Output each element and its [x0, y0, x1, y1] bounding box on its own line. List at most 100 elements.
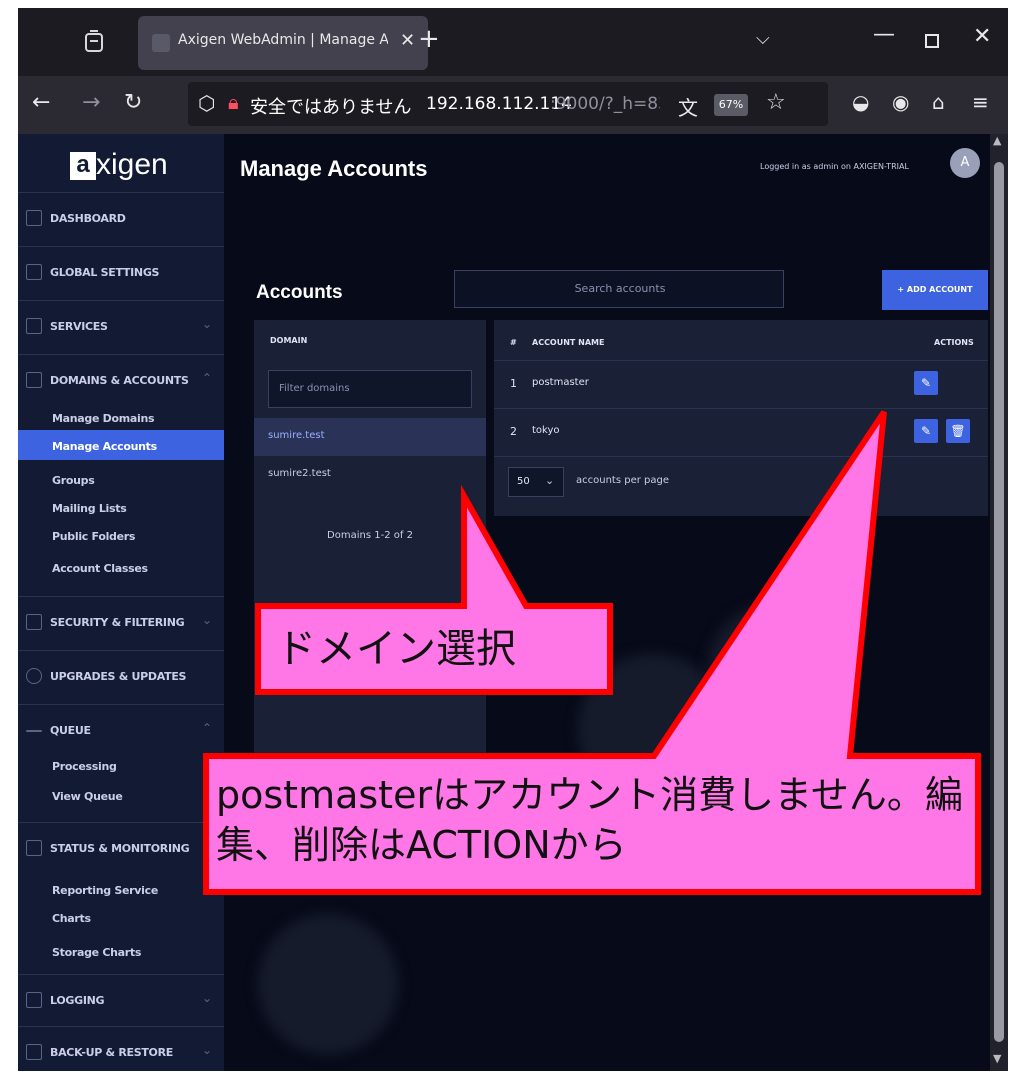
- sidebar-subitem-public-folders[interactable]: Public Folders: [52, 530, 135, 543]
- sidebar-item-label: BACK-UP & RESTORE: [50, 1046, 173, 1059]
- url-path: :9000/?_h=8321: [550, 94, 660, 114]
- sidebar-item-label: LOGGING: [50, 994, 105, 1007]
- chevron-down-icon: ⌄: [545, 474, 555, 487]
- sidebar-subitem-view-queue[interactable]: View Queue: [52, 790, 123, 803]
- sidebar-subitem-manage-accounts[interactable]: Manage Accounts: [52, 440, 157, 453]
- table-row[interactable]: 1 postmaster ✎: [494, 360, 988, 408]
- translate-icon[interactable]: 文: [678, 92, 698, 121]
- sidebar-item-backup-restore[interactable]: BACK-UP & RESTORE ⌄: [18, 1026, 224, 1071]
- table-row[interactable]: 2 tokyo ✎ 🗑︎: [494, 408, 988, 456]
- chevron-up-icon: ⌃: [202, 371, 213, 385]
- logo-wordmark: xigen: [96, 148, 168, 181]
- scroll-down-icon[interactable]: ▼: [993, 1052, 1001, 1065]
- monitoring-icon: [26, 840, 42, 856]
- filter-domains-input[interactable]: Filter domains: [268, 370, 472, 408]
- sidebar-item-services[interactable]: SERVICES ⌄: [18, 300, 224, 354]
- shield-icon: [26, 614, 42, 630]
- sidebar-subitem-mailing-lists[interactable]: Mailing Lists: [52, 502, 127, 515]
- sidebar-subitem-processing[interactable]: Processing: [52, 760, 117, 773]
- update-icon: [26, 668, 42, 684]
- chevron-up-icon: ⌃: [202, 721, 213, 735]
- back-arrow-icon[interactable]: ←: [32, 90, 50, 115]
- scroll-up-icon[interactable]: ▲: [993, 134, 1001, 147]
- queue-icon: [26, 730, 42, 732]
- reload-icon[interactable]: ↻: [124, 90, 142, 115]
- bookmark-star-icon[interactable]: ☆: [766, 90, 786, 115]
- page-title: Manage Accounts: [240, 156, 428, 181]
- row-number: 1: [510, 377, 517, 390]
- callout-postmaster-text: postmasterはアカウント消費しません。編集、削除はACTIONから: [216, 773, 963, 867]
- sidebar-subitem-manage-domains[interactable]: Manage Domains: [52, 412, 155, 425]
- accounts-table: # ACCOUNT NAME ACTIONS 1 postmaster ✎ 2 …: [494, 320, 988, 516]
- per-page-value: 50: [517, 476, 530, 487]
- account-icon[interactable]: ◉: [892, 90, 909, 114]
- sidebar-subitem-charts[interactable]: Charts: [52, 912, 91, 925]
- logo-mark: a: [70, 152, 96, 180]
- delete-trash-icon[interactable]: 🗑︎: [946, 419, 970, 443]
- sidebar-item-label: SERVICES: [50, 320, 108, 333]
- callout-domain-select-text: ドメイン選択: [276, 626, 516, 672]
- sidebar-item-label: DOMAINS & ACCOUNTS: [50, 374, 189, 387]
- sidebar-item-label: SECURITY & FILTERING: [50, 616, 185, 629]
- per-page-label: accounts per page: [576, 475, 669, 486]
- new-tab-icon[interactable]: +: [418, 24, 440, 54]
- edit-pencil-icon[interactable]: ✎: [914, 371, 938, 395]
- account-name[interactable]: tokyo: [532, 425, 560, 436]
- maximize-icon[interactable]: [925, 34, 939, 48]
- domain-column-header: DOMAIN: [270, 336, 308, 345]
- per-page-select[interactable]: 50 ⌄: [508, 467, 564, 497]
- logged-in-status: Logged in as admin on AXIGEN-TRIAL: [760, 162, 909, 171]
- sidebar-subitem-account-classes[interactable]: Account Classes: [52, 562, 148, 575]
- window-close-icon[interactable]: ✕: [973, 24, 991, 49]
- sidebar-item-global-settings[interactable]: GLOBAL SETTINGS: [18, 246, 224, 300]
- sidebar-item-dashboard[interactable]: DASHBOARD: [18, 192, 224, 246]
- browser-tab-active[interactable]: Axigen WebAdmin | Manage A ✕: [138, 16, 428, 70]
- filter-placeholder: Filter domains: [279, 383, 350, 394]
- sidebar-subitem-groups[interactable]: Groups: [52, 474, 95, 487]
- sidebar: a xigen DASHBOARD GLOBAL SETTINGS SERVIC…: [18, 134, 224, 1071]
- tab-favicon-icon: [152, 34, 170, 52]
- url-bar[interactable]: ⬡ 🔒︎ 安全ではありません 192.168.112.114 :9000/?_h…: [188, 82, 828, 126]
- zoom-level-badge[interactable]: 67%: [714, 94, 748, 116]
- screenshot-frame: Axigen WebAdmin | Manage A ✕ + ⌵ — ✕ ← →…: [0, 0, 1023, 1079]
- column-header-number: #: [510, 338, 517, 347]
- tracking-shield-icon[interactable]: ⬡: [198, 91, 215, 115]
- column-header-account-name[interactable]: ACCOUNT NAME: [532, 338, 604, 347]
- tab-close-icon[interactable]: ✕: [400, 30, 415, 51]
- pagination-row: 50 ⌄ accounts per page: [494, 456, 988, 516]
- tab-list-icon[interactable]: [80, 28, 108, 56]
- scroll-thumb[interactable]: [994, 162, 1004, 1042]
- forward-arrow-icon[interactable]: →: [82, 90, 100, 115]
- sidebar-item-upgrades-updates[interactable]: UPGRADES & UPDATES: [18, 650, 224, 704]
- sidebar-subitem-reporting-service[interactable]: Reporting Service: [52, 884, 158, 897]
- logging-icon: [26, 992, 42, 1008]
- menu-icon[interactable]: ≡: [972, 90, 989, 114]
- row-number: 2: [510, 425, 517, 438]
- chevron-down-icon: ⌄: [202, 317, 213, 331]
- search-accounts-input[interactable]: Search accounts: [454, 270, 784, 308]
- domain-list-item-selected[interactable]: sumire.test: [254, 418, 486, 456]
- avatar[interactable]: A: [950, 148, 980, 178]
- edit-pencil-icon[interactable]: ✎: [914, 419, 938, 443]
- sidebar-item-domains-accounts[interactable]: DOMAINS & ACCOUNTS ⌃: [18, 354, 224, 408]
- sidebar-item-status-monitoring[interactable]: STATUS & MONITORING: [18, 822, 224, 876]
- settings-icon: [26, 264, 42, 280]
- pocket-icon[interactable]: ◒: [852, 90, 869, 114]
- sidebar-item-security-filtering[interactable]: SECURITY & FILTERING ⌄: [18, 596, 224, 650]
- sidebar-item-logging[interactable]: LOGGING ⌄: [18, 974, 224, 1028]
- domain-list-item[interactable]: sumire2.test: [268, 468, 331, 479]
- account-name[interactable]: postmaster: [532, 377, 589, 388]
- chevron-down-icon: ⌄: [202, 991, 213, 1005]
- minimize-icon[interactable]: —: [873, 22, 895, 47]
- sidebar-item-label: STATUS & MONITORING: [50, 842, 190, 855]
- insecure-lock-icon[interactable]: 🔒︎: [228, 90, 239, 114]
- sidebar-item-queue[interactable]: QUEUE ⌃: [18, 704, 224, 758]
- search-placeholder: Search accounts: [574, 282, 666, 295]
- sidebar-subitem-storage-charts[interactable]: Storage Charts: [52, 946, 141, 959]
- add-account-button[interactable]: + ADD ACCOUNT: [882, 270, 988, 310]
- page-scrollbar[interactable]: ▲ ▼: [990, 134, 1008, 1071]
- section-title: Accounts: [256, 282, 343, 303]
- chevron-down-icon[interactable]: ⌵: [756, 28, 770, 49]
- extensions-icon[interactable]: ⌂: [932, 90, 945, 114]
- chevron-down-icon: ⌄: [202, 1043, 213, 1057]
